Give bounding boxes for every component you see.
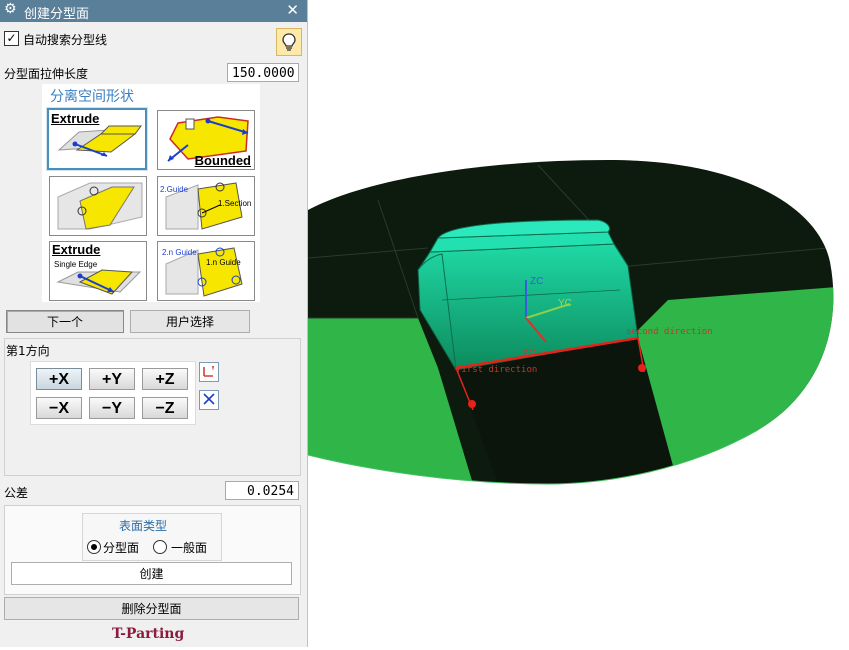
shape-option-guide-section[interactable]: 2.Guide 1.Section <box>157 176 255 236</box>
graphics-viewport[interactable]: ZC YC XC first direction second directio… <box>307 0 849 647</box>
general-surface-label: 一般面 <box>171 541 208 555</box>
delete-parting-surface-button[interactable]: 删除分型面 <box>4 597 299 620</box>
shape-option-extrude[interactable]: Extrude <box>47 108 147 170</box>
extrude-caption: Extrude <box>51 111 100 126</box>
surface-type-title: 表面类型 <box>119 519 168 533</box>
guide-label: 2.Guide <box>160 185 189 194</box>
axis-plus-y-button[interactable]: +Y <box>89 368 135 390</box>
create-parting-surface-dialog: ⚙ 创建分型面 ✕ ✓ 自动搜索分型线 分型面拉伸长度 150.0000 分离空… <box>0 0 308 647</box>
reverse-direction-icon[interactable] <box>199 390 219 410</box>
tolerance-input[interactable]: 0.0254 <box>225 481 299 500</box>
dialog-titlebar: ⚙ 创建分型面 ✕ <box>0 0 307 22</box>
create-button[interactable]: 创建 <box>11 562 292 585</box>
parting-surface-label: 分型面 <box>103 541 140 555</box>
yc-axis-label: YC <box>558 298 572 309</box>
next-button[interactable]: 下一个 <box>6 310 124 333</box>
shape-option-bounded[interactable]: Bounded <box>157 110 255 170</box>
radio-general-surface[interactable] <box>153 540 167 554</box>
lightbulb-icon[interactable] <box>276 28 302 56</box>
axis-minus-z-button[interactable]: −Z <box>142 397 188 419</box>
radio-parting-surface[interactable] <box>87 540 101 554</box>
axis-button-panel: +X +Y +Z −X −Y −Z <box>30 361 196 425</box>
axis-plus-x-button[interactable]: +X <box>36 368 82 390</box>
gear-icon[interactable]: ⚙ <box>4 1 17 17</box>
n-guide-label: 2.n Guide <box>162 248 197 257</box>
first-direction-label: first direction <box>456 365 537 375</box>
vector-direction-icon[interactable] <box>199 362 219 382</box>
direction-label: 第1方向 <box>6 344 50 358</box>
t-parting-logo: T-Parting <box>112 626 185 642</box>
zc-axis-label: ZC <box>530 276 543 287</box>
extend-length-input[interactable]: 150.0000 <box>227 63 299 82</box>
viewport-canvas[interactable]: ZC YC XC first direction second directio… <box>307 0 849 647</box>
single-edge-caption: Single Edge <box>54 260 98 269</box>
n-section-label: 1.n Guide <box>206 258 241 267</box>
auto-search-checkbox[interactable]: ✓ <box>4 31 19 46</box>
xc-axis-label: XC <box>522 348 536 359</box>
shape-option-extrude-single-edge[interactable]: Extrude Single Edge <box>49 241 147 301</box>
surface-type-box: 表面类型 分型面 一般面 <box>82 513 222 561</box>
radio-dot <box>91 544 97 550</box>
tolerance-label: 公差 <box>4 486 29 500</box>
plain-thumbnail <box>57 182 143 230</box>
close-icon[interactable]: ✕ <box>286 1 299 19</box>
shape-gallery: 分离空间形状 Extrude Bounded 2.Guide 1.Section… <box>42 84 260 302</box>
dialog-title: 创建分型面 <box>24 7 90 22</box>
axis-minus-y-button[interactable]: −Y <box>89 397 135 419</box>
auto-search-label: 自动搜索分型线 <box>23 33 108 47</box>
axis-minus-x-button[interactable]: −X <box>36 397 82 419</box>
extend-length-label: 分型面拉伸长度 <box>4 67 89 81</box>
extrude-single-caption: Extrude <box>52 242 101 257</box>
gallery-title: 分离空间形状 <box>50 89 134 105</box>
section-label: 1.Section <box>218 199 252 208</box>
shape-option-plain[interactable] <box>49 176 147 236</box>
axis-plus-z-button[interactable]: +Z <box>142 368 188 390</box>
second-direction-label: second direction <box>626 327 713 337</box>
bounded-caption: Bounded <box>194 153 251 168</box>
user-select-button[interactable]: 用户选择 <box>130 310 250 333</box>
shape-option-n-guide[interactable]: 2.n Guide 1.n Guide <box>157 241 255 301</box>
